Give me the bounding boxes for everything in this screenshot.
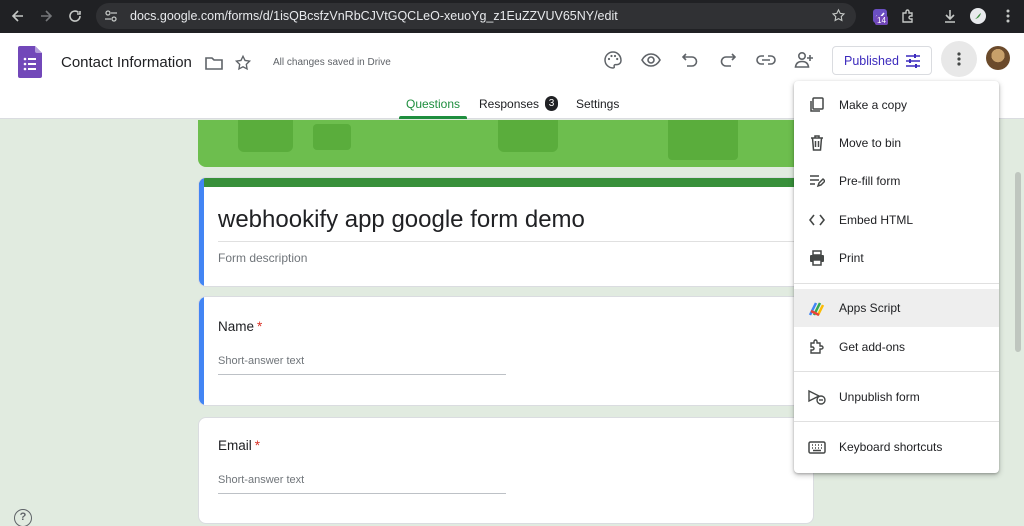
menu-divider	[794, 371, 999, 372]
menu-item-embed-html[interactable]: Embed HTML	[794, 201, 999, 239]
preview-eye-icon[interactable]	[640, 49, 662, 71]
form-title[interactable]: webhookify app google form demo	[218, 206, 585, 234]
download-icon[interactable]	[940, 6, 960, 26]
undo-icon[interactable]	[679, 49, 701, 71]
responses-count-badge: 3	[545, 96, 558, 111]
menu-item-label: Get add-ons	[839, 340, 906, 354]
help-icon[interactable]: ?	[14, 509, 32, 526]
more-vert-icon	[957, 52, 961, 66]
google-forms-logo-icon[interactable]	[18, 46, 42, 78]
forward-icon[interactable]	[32, 2, 60, 30]
bookmark-star-icon[interactable]	[831, 8, 846, 23]
menu-item-label: Move to bin	[839, 136, 902, 150]
form-header-image	[198, 120, 814, 167]
published-label: Published	[844, 53, 899, 68]
prefill-icon	[807, 171, 827, 191]
link-icon[interactable]	[755, 49, 777, 71]
site-info-icon[interactable]	[100, 5, 122, 27]
menu-item-print[interactable]: Print	[794, 239, 999, 277]
menu-item-label: Embed HTML	[839, 213, 914, 227]
menu-item-make-a-copy[interactable]: Make a copy	[794, 86, 999, 124]
required-asterisk: *	[257, 319, 263, 334]
browser-toolbar: docs.google.com/forms/d/1isQBcsfzVnRbCJV…	[0, 0, 1024, 33]
title-divider	[218, 241, 798, 242]
redo-icon[interactable]	[717, 49, 739, 71]
extensions-puzzle-icon[interactable]	[898, 6, 918, 26]
back-icon[interactable]	[4, 2, 32, 30]
form-description-input[interactable]: Form description	[218, 251, 307, 265]
more-options-button[interactable]	[941, 41, 977, 77]
page-scrollbar[interactable]	[1015, 172, 1021, 352]
add-collaborators-icon[interactable]	[793, 49, 815, 71]
address-bar[interactable]: docs.google.com/forms/d/1isQBcsfzVnRbCJV…	[96, 3, 856, 29]
menu-item-keyboard-shortcuts[interactable]: Keyboard shortcuts	[794, 428, 999, 466]
required-asterisk: *	[254, 438, 261, 453]
answer-underline	[218, 493, 506, 494]
url-text: docs.google.com/forms/d/1isQBcsfzVnRbCJV…	[130, 9, 618, 23]
publish-settings-icon	[906, 54, 920, 68]
code-icon	[807, 210, 827, 230]
move-to-folder-icon[interactable]	[203, 52, 225, 74]
question-title: Name	[218, 319, 255, 334]
unpublish-icon	[807, 387, 827, 407]
question-card-email[interactable]: Email * Short-answer text	[198, 417, 814, 524]
keyboard-icon	[807, 437, 827, 457]
menu-item-pre-fill-form[interactable]: Pre-fill form	[794, 162, 999, 200]
question-label: Email *	[218, 438, 260, 453]
menu-item-apps-script[interactable]: Apps Script	[794, 289, 999, 327]
short-answer-hint: Short-answer text	[218, 474, 305, 486]
active-card-indicator	[199, 297, 204, 405]
menu-item-move-to-bin[interactable]: Move to bin	[794, 124, 999, 162]
question-title: Email	[218, 438, 252, 453]
question-card-name[interactable]: Name * Short-answer text	[198, 296, 814, 406]
palette-icon[interactable]	[602, 49, 624, 71]
document-title[interactable]: Contact Information	[61, 54, 192, 71]
reload-icon[interactable]	[61, 2, 89, 30]
trash-icon	[807, 133, 827, 153]
question-label: Name *	[218, 319, 262, 334]
browser-menu-icon[interactable]	[998, 6, 1018, 26]
answer-underline	[218, 374, 506, 375]
menu-item-label: Make a copy	[839, 98, 908, 112]
puzzle-icon	[807, 337, 827, 357]
menu-divider	[794, 283, 999, 284]
tab-settings[interactable]: Settings	[576, 97, 619, 111]
apps-script-icon	[807, 298, 827, 318]
copy-icon	[807, 95, 827, 115]
menu-item-label: Print	[839, 251, 864, 265]
active-card-indicator	[199, 178, 204, 286]
active-tab-indicator	[399, 116, 467, 119]
menu-item-label: Keyboard shortcuts	[839, 440, 943, 454]
account-avatar[interactable]	[986, 46, 1010, 70]
star-icon[interactable]	[232, 52, 254, 74]
menu-item-label: Pre-fill form	[839, 174, 901, 188]
save-status: All changes saved in Drive	[273, 57, 391, 68]
print-icon	[807, 248, 827, 268]
more-options-menu: Make a copy Move to bin Pre-fill form Em…	[794, 81, 999, 473]
profile-icon[interactable]	[968, 6, 988, 26]
form-title-card[interactable]: webhookify app google form demo Form des…	[198, 177, 814, 287]
tab-questions[interactable]: Questions	[406, 97, 460, 111]
tab-responses[interactable]: Responses	[479, 97, 539, 111]
theme-color-bar	[199, 178, 813, 187]
menu-item-get-add-ons[interactable]: Get add-ons	[794, 328, 999, 366]
menu-divider	[794, 421, 999, 422]
short-answer-hint: Short-answer text	[218, 355, 305, 367]
menu-item-label: Unpublish form	[839, 390, 920, 404]
published-button[interactable]: Published	[832, 46, 932, 75]
menu-item-label: Apps Script	[839, 301, 901, 315]
extension-badge: 14	[875, 16, 888, 25]
menu-item-unpublish-form[interactable]: Unpublish form	[794, 378, 999, 416]
